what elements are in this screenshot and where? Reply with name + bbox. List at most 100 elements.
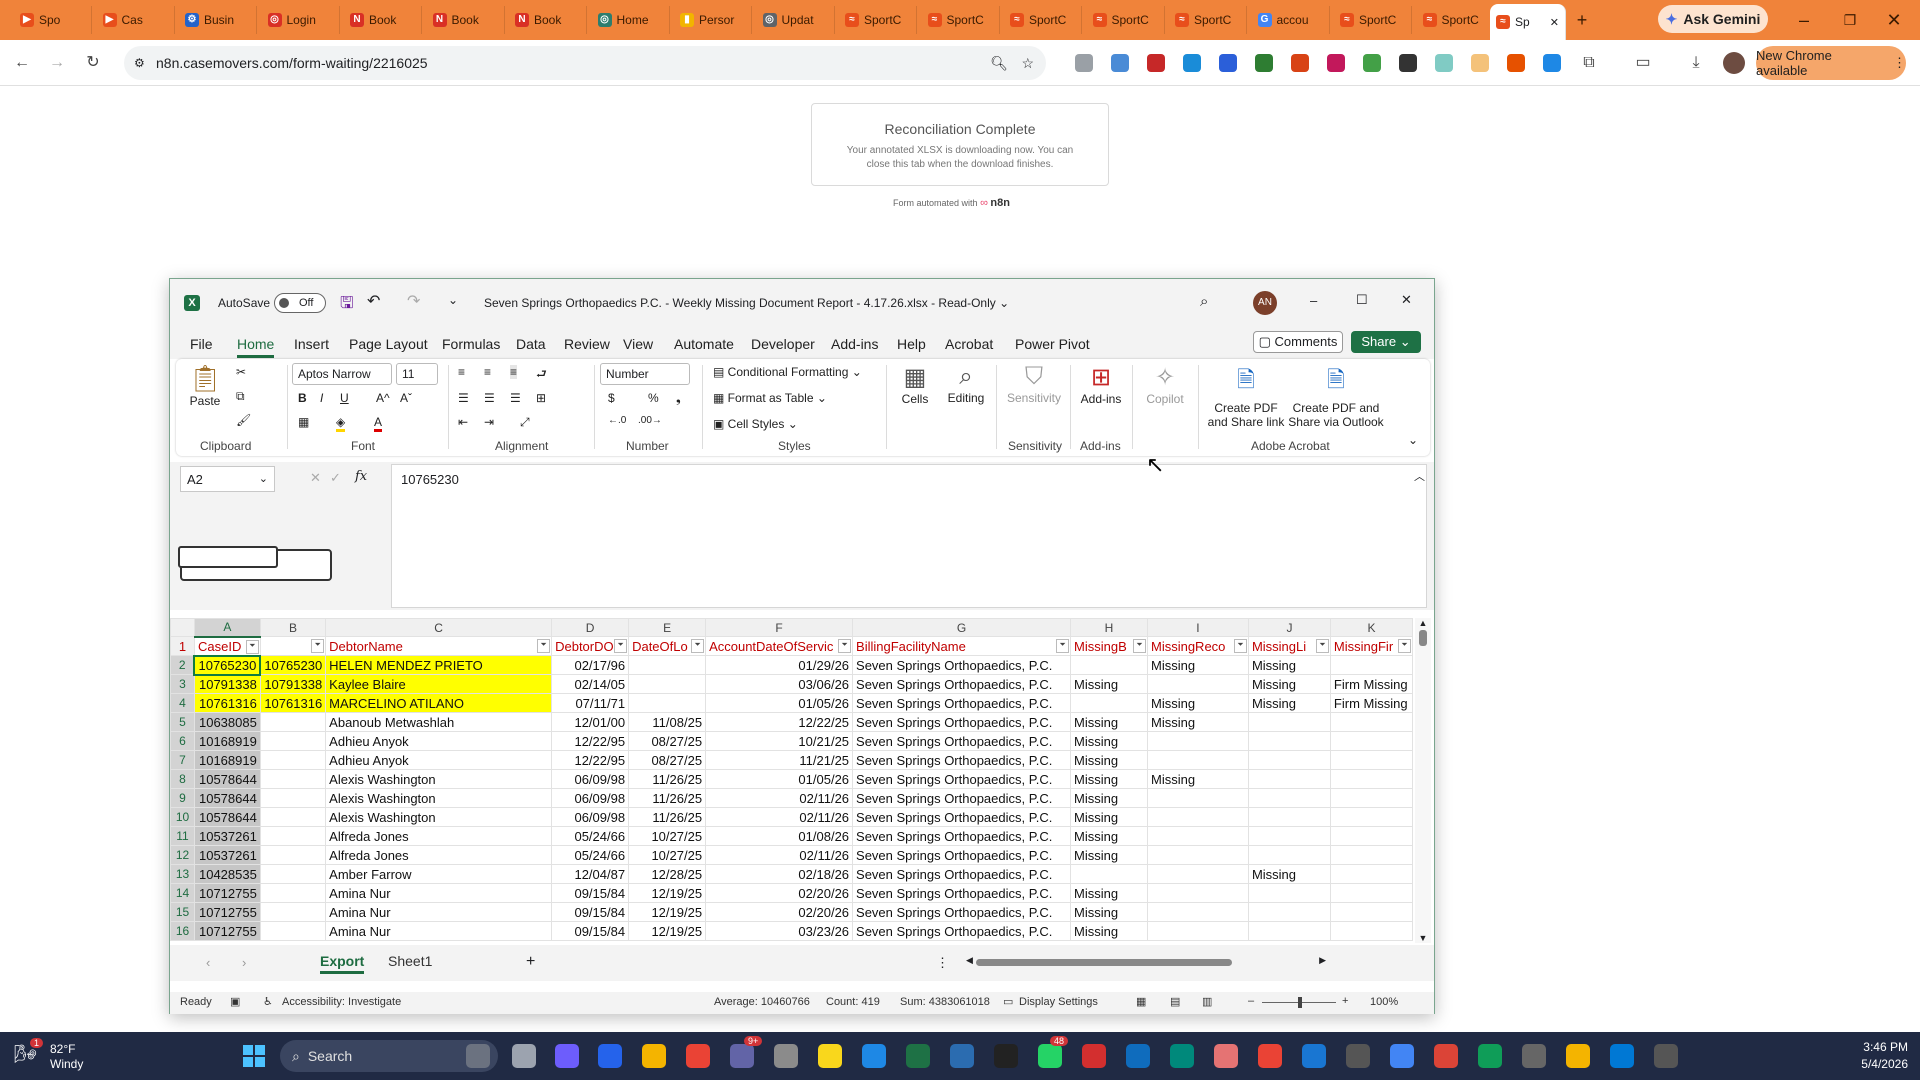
new-chrome-available-button[interactable]: New Chrome available ⋮: [1756, 46, 1906, 80]
table-cell[interactable]: Seven Springs Orthopaedics, P.C.: [852, 902, 1072, 922]
table-cell[interactable]: 10578644: [193, 769, 261, 789]
filter-dropdown-icon[interactable]: ⏷: [311, 639, 325, 653]
browser-tab[interactable]: ≈ SportC: [1334, 6, 1412, 34]
table-cell[interactable]: Amina Nur: [325, 902, 553, 922]
table-cell[interactable]: [1329, 712, 1413, 732]
profile-avatar[interactable]: [1723, 52, 1745, 74]
table-cell[interactable]: Missing: [1070, 750, 1148, 770]
table-cell[interactable]: 05/24/66: [551, 845, 630, 865]
site-info-icon[interactable]: ⚙: [134, 56, 145, 70]
address-bar[interactable]: ⚙ n8n.casemovers.com/form-waiting/221602…: [124, 46, 1046, 80]
browser-tab[interactable]: ≈ SportC: [1417, 6, 1495, 34]
extension-4-icon[interactable]: [1183, 54, 1201, 72]
font-name-dropdown[interactable]: Aptos Narrow: [292, 363, 392, 385]
table-cell[interactable]: [1146, 864, 1249, 884]
row-number[interactable]: 8: [170, 769, 195, 789]
table-cell[interactable]: Adhieu Anyok: [325, 750, 553, 770]
table-cell[interactable]: [628, 674, 707, 694]
middle-align-icon[interactable]: ≡: [484, 365, 491, 379]
table-cell[interactable]: 12/01/00: [551, 712, 630, 732]
comma-style-icon[interactable]: ❟: [676, 391, 681, 406]
table-cell[interactable]: 10578644: [193, 807, 261, 827]
table-cell[interactable]: 03/23/26: [705, 921, 854, 941]
increase-decimal-icon[interactable]: ←.0: [608, 415, 626, 426]
teams-icon[interactable]: [730, 1044, 754, 1068]
table-cell[interactable]: [1329, 731, 1413, 751]
table-cell[interactable]: Seven Springs Orthopaedics, P.C.: [852, 883, 1072, 903]
table-cell[interactable]: [1070, 864, 1148, 884]
scroll-up-icon[interactable]: ▲: [1415, 618, 1431, 628]
table-cell[interactable]: Seven Springs Orthopaedics, P.C.: [852, 750, 1072, 770]
number-format-dropdown[interactable]: Number: [600, 363, 690, 385]
ribbon-tab-automate[interactable]: Automate: [674, 336, 734, 352]
table-cell[interactable]: 09/15/84: [551, 883, 630, 903]
table-cell[interactable]: [1329, 655, 1413, 675]
chrome-profile-icon[interactable]: [1390, 1044, 1414, 1068]
format-painter-icon[interactable]: 🖌︎: [236, 413, 251, 427]
copilot-icon[interactable]: [555, 1044, 579, 1068]
browser-tab[interactable]: ▶ Cas: [97, 6, 175, 34]
browser-tab[interactable]: ▶ Spo: [14, 6, 92, 34]
table-cell[interactable]: Seven Springs Orthopaedics, P.C.: [852, 807, 1072, 827]
font-color-icon[interactable]: A: [374, 415, 383, 432]
row-number[interactable]: 2: [170, 655, 195, 675]
table-cell[interactable]: [1247, 712, 1331, 732]
ribbon-tab-home[interactable]: Home: [237, 336, 275, 358]
ribbon-tab-developer[interactable]: Developer: [751, 336, 815, 352]
extension-13-icon[interactable]: [1507, 54, 1525, 72]
store-icon[interactable]: [598, 1044, 622, 1068]
table-cell[interactable]: 10712755: [193, 883, 261, 903]
table-cell[interactable]: Seven Springs Orthopaedics, P.C.: [852, 712, 1072, 732]
insert-function-icon[interactable]: fx: [355, 469, 367, 484]
table-cell[interactable]: Missing: [1070, 845, 1148, 865]
format-as-table-button[interactable]: ▦ Format as Table ⌄: [713, 391, 827, 405]
page-layout-view-icon[interactable]: ▤: [1170, 995, 1180, 1008]
percent-icon[interactable]: %: [648, 391, 659, 405]
cut-icon[interactable]: ✂: [236, 365, 246, 379]
app-icon[interactable]: [1170, 1044, 1194, 1068]
table-cell[interactable]: Missing: [1146, 655, 1249, 675]
app-icon[interactable]: [1346, 1044, 1370, 1068]
align-center-icon[interactable]: ☰: [484, 391, 495, 405]
column-header-d[interactable]: D: [551, 618, 630, 637]
top-align-icon[interactable]: ≡: [458, 365, 465, 379]
table-cell[interactable]: 02/11/26: [705, 807, 854, 827]
table-cell[interactable]: 11/21/25: [705, 750, 854, 770]
table-cell[interactable]: 01/05/26: [705, 693, 854, 713]
table-cell[interactable]: Alfreda Jones: [325, 845, 553, 865]
floating-shape-inner[interactable]: [178, 546, 278, 568]
table-cell[interactable]: [1247, 807, 1331, 827]
addins-button[interactable]: ⊞ Add-ins: [1076, 363, 1126, 406]
table-cell[interactable]: 05/24/66: [551, 826, 630, 846]
ribbon-tab-add-ins[interactable]: Add-ins: [831, 336, 878, 352]
browser-tab[interactable]: N Book: [509, 6, 587, 34]
browser-tab[interactable]: ≈ SportC: [839, 6, 917, 34]
header-cell[interactable]: DateOfLo ⏷: [628, 636, 707, 656]
accessibility-icon[interactable]: ♿︎: [263, 995, 273, 1008]
table-cell[interactable]: [1146, 731, 1249, 751]
header-cell[interactable]: DebtorName ⏷: [325, 636, 553, 656]
snipping-tool-icon[interactable]: [862, 1044, 886, 1068]
app-icon[interactable]: [1302, 1044, 1326, 1068]
extension-1-icon[interactable]: [1075, 54, 1093, 72]
table-cell[interactable]: Missing: [1070, 902, 1148, 922]
table-cell[interactable]: 11/26/25: [628, 807, 707, 827]
table-cell[interactable]: 12/19/25: [628, 921, 707, 941]
table-cell[interactable]: Firm Missing: [1329, 693, 1413, 713]
table-cell[interactable]: 10578644: [193, 788, 261, 808]
download-icon[interactable]: ⤓: [1685, 52, 1707, 74]
bookmark-star-icon[interactable]: ☆: [1021, 55, 1034, 72]
table-cell[interactable]: 10537261: [193, 826, 261, 846]
bottom-align-icon[interactable]: ≡: [510, 365, 518, 379]
column-header-f[interactable]: F: [705, 618, 854, 637]
column-header-e[interactable]: E: [628, 618, 707, 637]
table-cell[interactable]: 02/11/26: [705, 788, 854, 808]
undo-icon[interactable]: ↶: [367, 291, 380, 311]
table-cell[interactable]: Seven Springs Orthopaedics, P.C.: [852, 921, 1072, 941]
table-cell[interactable]: Seven Springs Orthopaedics, P.C.: [852, 826, 1072, 846]
display-settings-icon[interactable]: ▭: [1003, 995, 1013, 1008]
table-cell[interactable]: 11/08/25: [628, 712, 707, 732]
table-cell[interactable]: Seven Springs Orthopaedics, P.C.: [852, 864, 1072, 884]
table-cell[interactable]: [1329, 788, 1413, 808]
align-right-icon[interactable]: ☰: [510, 391, 521, 405]
